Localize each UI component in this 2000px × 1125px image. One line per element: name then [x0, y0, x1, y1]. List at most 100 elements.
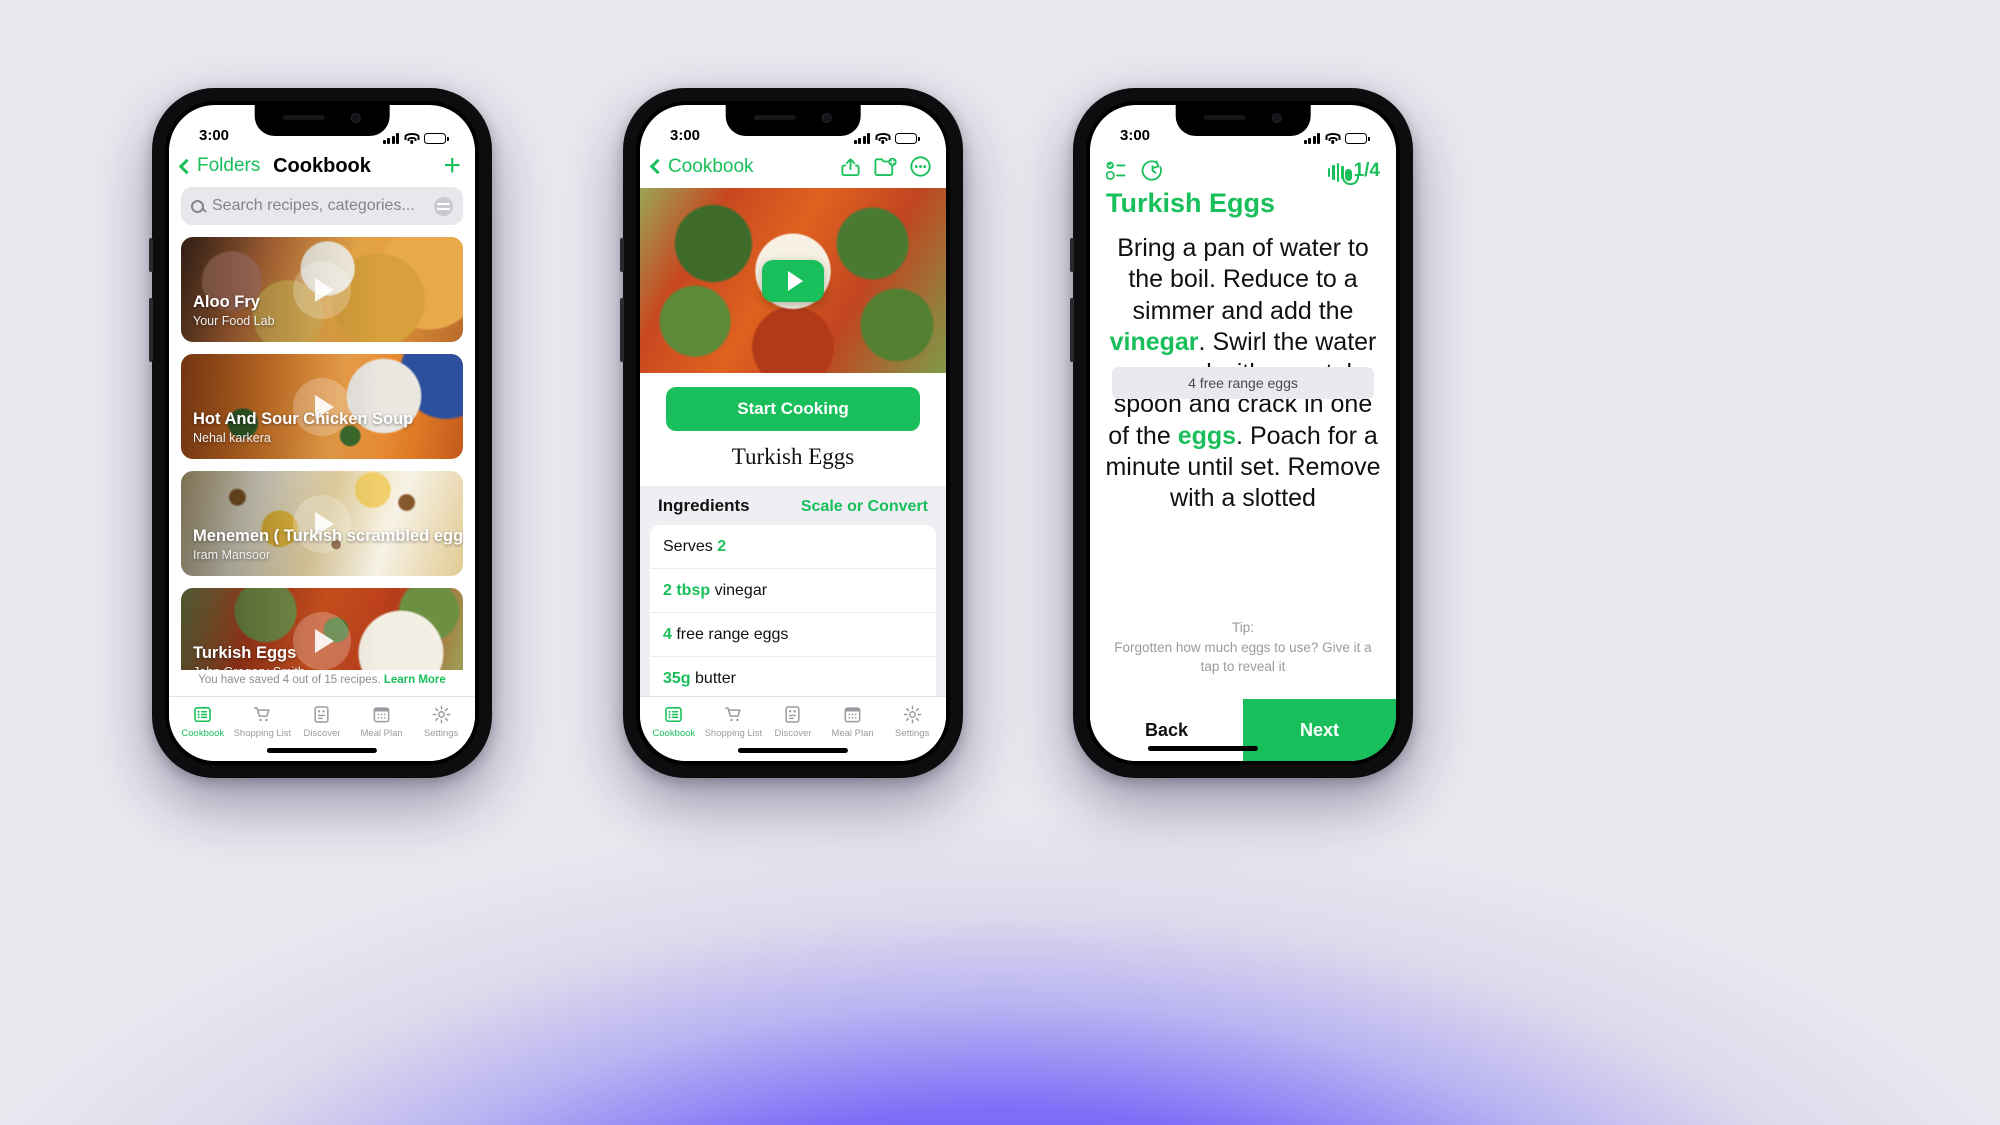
step-text-part-1: Bring a pan of water to the boil. Reduce… [1117, 234, 1369, 325]
start-cooking-button[interactable]: Start Cooking [666, 387, 920, 431]
sidebar-item-label: Meal Plan [360, 728, 403, 739]
phone3-bezel: 3:00 60 1/4 Turkish Eggs Bring a pan of … [1086, 101, 1400, 765]
recipe-author: Your Food Lab [193, 314, 275, 328]
calendar-icon [844, 707, 861, 723]
nav-actions [839, 155, 932, 178]
saved-note-text: You have saved 4 out of 15 recipes. [198, 674, 384, 686]
wifi-icon [1325, 133, 1341, 144]
phone-recipe-detail: 3:00 60 Cookbook Start Cooking Turkish E… [620, 88, 963, 778]
ingredients-header-row: Ingredients Scale or Convert [640, 486, 946, 525]
sidebar-item-discover[interactable]: Discover [292, 705, 352, 739]
status-bar: 3:00 60 [640, 105, 946, 147]
cook-tip: Tip: Forgotten how much eggs to use? Giv… [1104, 618, 1382, 677]
sidebar-item-settings[interactable]: Settings [882, 705, 942, 739]
sidebar-item-label: Cookbook [181, 728, 225, 739]
phone1-bezel: 3:00 60 Folders Cookbook + Search recipe… [165, 101, 479, 765]
play-icon[interactable] [293, 260, 351, 319]
sidebar-item-shopping-list[interactable]: Shopping List [704, 705, 764, 739]
status-bar: 3:00 60 [169, 105, 475, 147]
play-button-icon[interactable] [762, 259, 824, 302]
learn-more-link[interactable]: Learn More [384, 674, 446, 686]
search-input[interactable]: Search recipes, categories... [181, 187, 463, 225]
sidebar-item-cookbook[interactable]: Cookbook [173, 705, 233, 739]
battery-icon: 60 [1345, 133, 1370, 144]
step-counter[interactable]: 1/4 [1327, 160, 1380, 185]
ingredient-highlight-eggs[interactable]: eggs [1178, 422, 1236, 450]
list-item[interactable]: Menemen ( Turkish scrambled eggs)... Ira… [181, 471, 463, 576]
list-item[interactable]: Turkish Eggs John Gregory-Smith [181, 588, 463, 670]
recipe-hero-image[interactable] [640, 188, 946, 373]
list-item[interactable]: 35g butter [650, 657, 936, 696]
status-indicators: 60 [1303, 133, 1370, 144]
list-item[interactable]: 4 free range eggs [650, 613, 936, 658]
recipe-meta: Menemen ( Turkish scrambled eggs)... Ira… [181, 527, 463, 576]
status-indicators: 60 [382, 133, 449, 144]
recipe-title: Menemen ( Turkish scrambled eggs)... [193, 527, 463, 545]
folder-plus-icon[interactable] [873, 155, 898, 178]
checklist-icon[interactable] [1106, 160, 1130, 181]
sidebar-item-discover[interactable]: Discover [763, 705, 823, 739]
gear-icon [432, 705, 450, 724]
list-item[interactable]: 2 tbsp vinegar [650, 569, 936, 614]
sidebar-item-label: Settings [424, 728, 459, 739]
ingredient-qty: 2 [717, 538, 727, 555]
sidebar-item-shopping-list[interactable]: Shopping List [233, 705, 293, 739]
recipe-detail-title: Turkish Eggs [640, 431, 946, 486]
home-indicator[interactable] [737, 748, 849, 753]
share-icon[interactable] [839, 155, 862, 178]
timer-icon[interactable] [1141, 159, 1164, 182]
recipe-author: Nehal karkera [193, 431, 271, 445]
cookbook-icon [665, 706, 683, 723]
battery-icon: 60 [895, 133, 920, 144]
ingredients-card: Serves 2 2 tbsp vinegar 4 free range egg… [650, 525, 936, 696]
discover-icon [785, 706, 801, 723]
home-indicator[interactable] [1148, 746, 1259, 751]
navigation-bar: Folders Cookbook + [169, 147, 475, 187]
recipe-title: Hot And Sour Chicken Soup [193, 410, 414, 428]
sidebar-item-label: Settings [895, 728, 930, 739]
calendar-icon [373, 707, 390, 723]
back-button-folders[interactable]: Folders [178, 155, 260, 177]
back-button[interactable]: Back [1090, 699, 1243, 761]
sidebar-item-settings[interactable]: Settings [411, 705, 471, 739]
search-icon [191, 199, 204, 213]
tip-label: Tip: [1231, 620, 1254, 636]
cook-mode-toolbar: 1/4 [1090, 147, 1396, 186]
sidebar-item-meal-plan[interactable]: Meal Plan [823, 705, 883, 739]
ingredient-highlight-vinegar[interactable]: vinegar [1110, 328, 1199, 356]
sidebar-item-label: Shopping List [233, 728, 292, 739]
next-button[interactable]: Next [1243, 699, 1396, 761]
cellular-bars-icon [382, 133, 400, 144]
scale-or-convert-link[interactable]: Scale or Convert [801, 498, 928, 516]
ingredients-list[interactable]: Serves 2 2 tbsp vinegar 4 free range egg… [640, 525, 946, 696]
ingredient-label: vinegar [710, 582, 768, 600]
status-bar: 3:00 60 [1090, 105, 1396, 147]
recipe-title: Aloo Fry [193, 293, 260, 311]
cook-step-body: Bring a pan of water to the boil. Reduce… [1090, 229, 1396, 699]
more-circle-icon[interactable] [909, 155, 932, 178]
filter-icon[interactable] [434, 196, 453, 216]
ingredient-label: free range eggs [671, 626, 789, 644]
shopping-cart-icon [724, 707, 741, 722]
gear-icon [903, 705, 921, 724]
home-indicator[interactable] [266, 748, 378, 753]
ingredient-qty: 35g [663, 670, 691, 688]
list-item[interactable]: Serves 2 [650, 525, 936, 570]
plus-icon[interactable]: + [443, 151, 461, 181]
sidebar-item-label: Shopping List [704, 728, 763, 739]
recipe-author: John Gregory-Smith [193, 665, 305, 670]
phone-cookbook-list: 3:00 60 Folders Cookbook + Search recipe… [149, 88, 492, 778]
phone3-screen: 3:00 60 1/4 Turkish Eggs Bring a pan of … [1090, 105, 1396, 761]
sidebar-item-meal-plan[interactable]: Meal Plan [352, 705, 412, 739]
sidebar-item-label: Meal Plan [831, 728, 874, 739]
list-item[interactable]: Aloo Fry Your Food Lab [181, 237, 463, 342]
back-button-cookbook[interactable]: Cookbook [649, 156, 754, 178]
status-indicators: 60 [853, 133, 920, 144]
recipe-meta: Turkish Eggs John Gregory-Smith [181, 644, 305, 670]
ingredients-heading: Ingredients [658, 496, 750, 515]
recipe-author: Iram Mansoor [193, 548, 271, 562]
recipe-list[interactable]: Aloo Fry Your Food Lab Hot And Sour Chic… [169, 237, 475, 670]
sidebar-item-cookbook[interactable]: Cookbook [644, 705, 704, 739]
list-item[interactable]: Hot And Sour Chicken Soup Nehal karkera [181, 354, 463, 459]
discover-icon [314, 706, 330, 723]
